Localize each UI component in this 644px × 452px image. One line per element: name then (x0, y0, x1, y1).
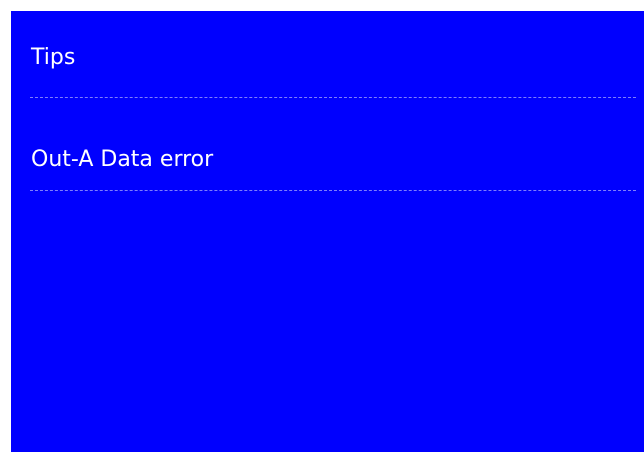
title-divider (30, 97, 636, 98)
message-divider (30, 190, 636, 191)
error-message: Out-A Data error (31, 147, 214, 172)
tips-title: Tips (31, 45, 76, 70)
tips-screen: Tips Out-A Data error (11, 11, 644, 452)
